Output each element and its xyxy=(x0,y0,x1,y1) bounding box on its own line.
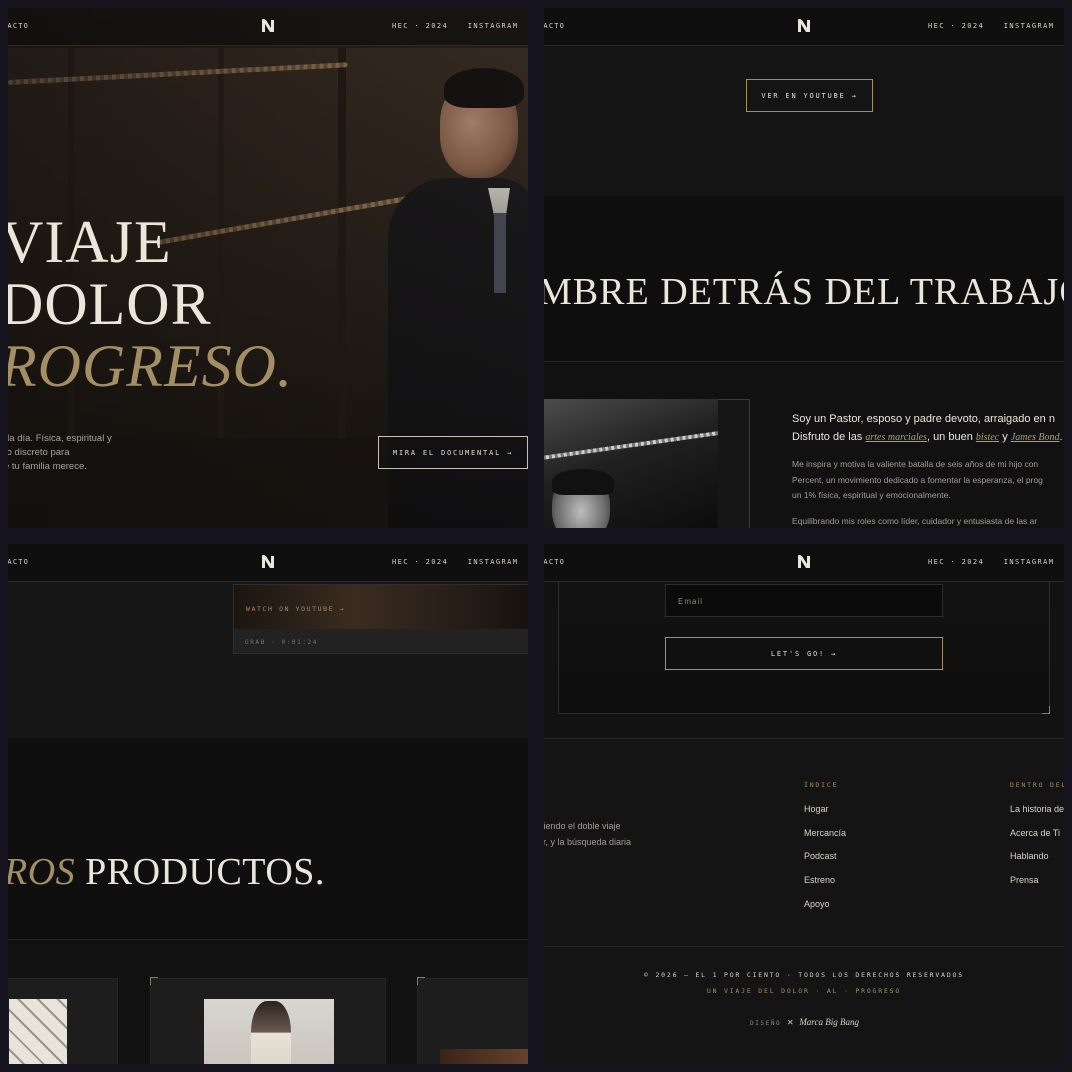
video-meta: GRAB · 0:01:24 xyxy=(245,639,318,646)
products-title-main: PRODUCTOS. xyxy=(75,851,325,893)
footer-col-index-title: ÍNDICE xyxy=(804,781,839,789)
bio-lead-line: Soy un Pastor, esposo y padre devoto, ar… xyxy=(792,413,1055,425)
bio-text-span: Disfruto de las xyxy=(792,431,866,443)
top-nav: TACTO HEC · 2024 INSTAGRAM Y xyxy=(8,544,528,582)
nav-link-hec[interactable]: HEC · 2024 xyxy=(392,22,448,30)
about-title: MBRE DETRÁS DEL TRABAJO. xyxy=(544,271,1064,313)
product-image[interactable] xyxy=(9,999,67,1064)
top-nav: TACTO HEC · 2024 INSTAGRAM Y xyxy=(544,8,1064,46)
hero-title-line3: ROGRESO. xyxy=(8,333,293,399)
hero-description: da día. Física, espiritual y to discreto… xyxy=(8,432,144,474)
form-corner xyxy=(1042,706,1050,714)
nav-contacto-link[interactable]: TACTO xyxy=(8,558,29,566)
nav-links: HEC · 2024 INSTAGRAM Y xyxy=(928,22,1064,30)
bio-lead-line: Disfruto de las artes marciales, un buen… xyxy=(792,428,1064,447)
footer-description-line: rtiendo el doble viaje xyxy=(544,821,621,831)
nav-contacto-link[interactable]: TACTO xyxy=(544,558,565,566)
nav-contacto-link[interactable]: TACTO xyxy=(8,22,29,30)
bio-paragraph: Me inspira y motiva la valiente batalla … xyxy=(792,457,1064,504)
nav-link-hec[interactable]: HEC · 2024 xyxy=(392,558,448,566)
card-corner xyxy=(417,977,425,985)
steak-link[interactable]: bistec xyxy=(976,432,999,443)
watch-on-youtube-link[interactable]: WATCH ON YOUTUBE → xyxy=(246,605,345,613)
product-image[interactable] xyxy=(440,1049,528,1064)
products-panel: WATCH ON YOUTUBE → GRAB · 0:01:24 ROS PR… xyxy=(8,544,528,1064)
card-corner xyxy=(150,977,158,985)
submit-button[interactable]: LET'S GO! → xyxy=(665,637,943,670)
hero-title-line1: VIAJE xyxy=(8,209,172,275)
n-monogram-icon[interactable] xyxy=(795,553,813,571)
products-title-accent: ROS xyxy=(8,851,76,893)
bio-text-span: y xyxy=(999,431,1011,443)
photo-hair xyxy=(552,469,614,495)
martial-arts-link[interactable]: artes marciales xyxy=(865,432,927,443)
bio-text-span: , un buen xyxy=(926,431,976,443)
hero-description-line: to discreto para xyxy=(8,447,70,458)
footer-link-hablando[interactable]: Hablando xyxy=(1010,851,1049,861)
footer-link-apoyo[interactable]: Apoyo xyxy=(804,899,830,909)
close-x-icon: ✕ xyxy=(787,1017,794,1028)
nav-contacto-link[interactable]: TACTO xyxy=(544,22,565,30)
hero-title-line2: DOLOR xyxy=(8,271,212,337)
product-card[interactable] xyxy=(417,978,528,1064)
view-on-youtube-button[interactable]: VER EN YOUTUBE → xyxy=(746,79,873,112)
bio-paragraph-2: Equilibrando mis roles como líder, cuida… xyxy=(792,515,1038,526)
bio-lead: Soy un Pastor, esposo y padre devoto, ar… xyxy=(792,410,1064,447)
footer-link-prensa[interactable]: Prensa xyxy=(1010,875,1039,885)
youtube-section xyxy=(544,46,1064,196)
video-thumbnail[interactable]: WATCH ON YOUTUBE → xyxy=(234,585,528,629)
nav-link-hec[interactable]: HEC · 2024 xyxy=(928,558,984,566)
bw-portrait-photo xyxy=(544,399,718,528)
products-title: ROS PRODUCTOS. xyxy=(8,850,325,894)
design-brand-link[interactable]: Marca Big Bang xyxy=(799,1017,859,1027)
top-nav: TACTO HEC · 2024 INSTAGRAM Y xyxy=(8,8,528,46)
footer-link-hogar[interactable]: Hogar xyxy=(804,804,829,814)
video-card[interactable]: WATCH ON YOUTUBE → GRAB · 0:01:24 xyxy=(233,584,528,654)
copyright: © 2026 — EL 1 POR CIENTO · TODOS LOS DER… xyxy=(644,971,964,979)
n-monogram-icon[interactable] xyxy=(259,17,277,35)
watch-documentary-button[interactable]: MIRA EL DOCUMENTAL → xyxy=(378,436,528,469)
footer-divider xyxy=(544,946,1064,947)
footer-panel: Email LET'S GO! → rtiendo el doble viaje… xyxy=(544,544,1064,1064)
nav-links: HEC · 2024 INSTAGRAM Y xyxy=(928,558,1064,566)
bio-paragraph-line: Percent, un movimiento dedicado a foment… xyxy=(792,474,1043,485)
footer-link-podcast[interactable]: Podcast xyxy=(804,851,837,861)
bio-text-span: . xyxy=(1059,431,1063,443)
footer-link-historia[interactable]: La historia de xyxy=(1010,804,1064,814)
nav-link-hec[interactable]: HEC · 2024 xyxy=(928,22,984,30)
hero-description-line: e tu familia merece. xyxy=(8,461,87,472)
nav-links: HEC · 2024 INSTAGRAM Y xyxy=(392,22,528,30)
footer-tagline: UN VIAJE DEL DOLOR · AL · PROGRESO xyxy=(706,987,902,995)
about-panel: VER EN YOUTUBE → MBRE DETRÁS DEL TRABAJO… xyxy=(544,8,1064,528)
bio-paragraph-line: Me inspira y motiva la valiente batalla … xyxy=(792,459,1039,469)
footer-description-line: er, y la búsqueda diaria xyxy=(544,837,632,847)
footer-link-mercancia[interactable]: Mercancía xyxy=(804,828,846,838)
n-monogram-icon[interactable] xyxy=(795,17,813,35)
product-card[interactable] xyxy=(8,978,118,1064)
footer-link-estreno[interactable]: Estreno xyxy=(804,875,835,885)
bio-text: Soy un Pastor, esposo y padre devoto, ar… xyxy=(792,410,1064,526)
footer-link-acerca[interactable]: Acerca de Ti xyxy=(1010,828,1060,838)
product-card[interactable] xyxy=(150,978,386,1064)
hero-description-line: da día. Física, espiritual y xyxy=(8,433,112,444)
footer-description: rtiendo el doble viaje er, y la búsqueda… xyxy=(544,818,631,850)
nav-link-instagram[interactable]: INSTAGRAM xyxy=(1004,558,1055,566)
footer-col-inside-title: DENTRO DEL xyxy=(1010,781,1064,789)
email-field[interactable]: Email xyxy=(665,584,943,617)
nav-link-instagram[interactable]: INSTAGRAM xyxy=(468,558,519,566)
product-model xyxy=(251,1001,291,1064)
top-nav: TACTO HEC · 2024 INSTAGRAM Y xyxy=(544,544,1064,582)
nav-links: HEC · 2024 INSTAGRAM Y xyxy=(392,558,528,566)
nav-link-instagram[interactable]: INSTAGRAM xyxy=(468,22,519,30)
james-bond-link[interactable]: James Bond xyxy=(1011,432,1060,443)
products-title-section xyxy=(8,738,528,940)
photo-rope xyxy=(544,429,718,461)
n-monogram-icon[interactable] xyxy=(259,553,277,571)
hero-panel: TACTO HEC · 2024 INSTAGRAM Y VIAJE DOLOR… xyxy=(8,8,528,528)
design-credit: DISEÑO ✕ Marca Big Bang xyxy=(750,1017,859,1028)
nav-link-instagram[interactable]: INSTAGRAM xyxy=(1004,22,1055,30)
bio-paragraph-line: un 1% física, espiritual y emocionalment… xyxy=(792,490,951,500)
design-label: DISEÑO xyxy=(750,1020,782,1027)
